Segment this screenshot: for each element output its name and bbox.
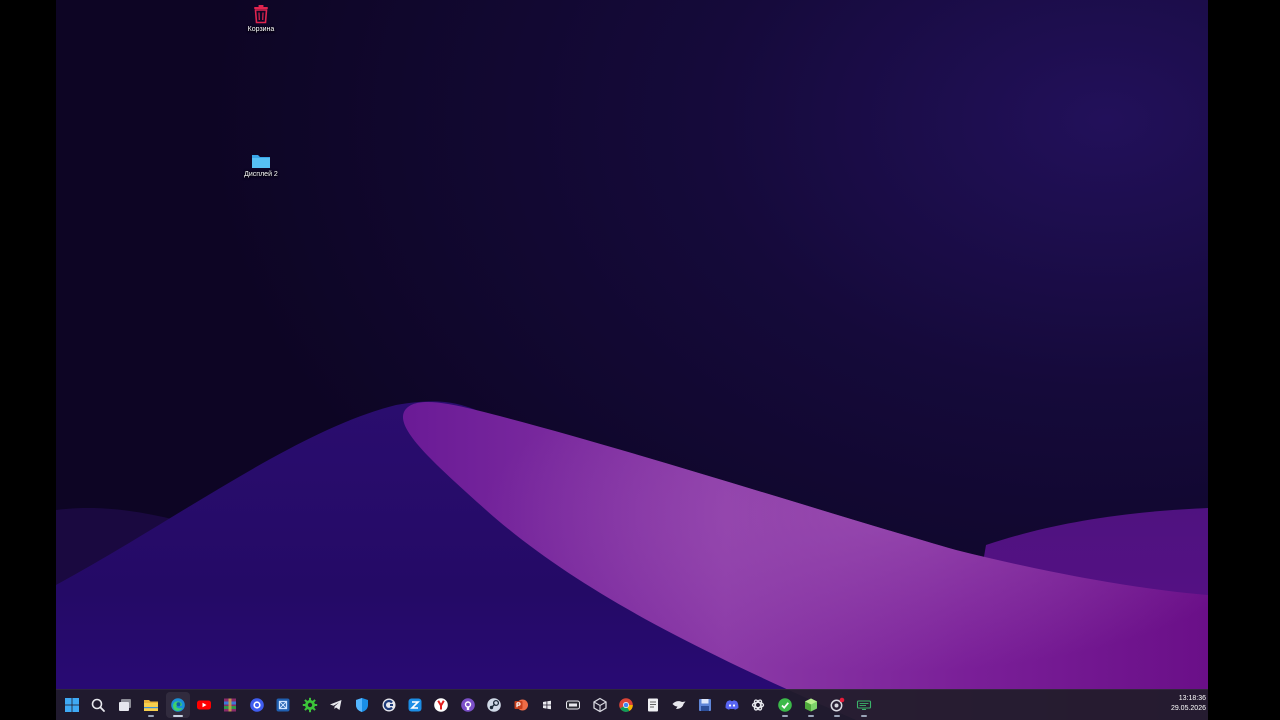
taskbar-pinned-apps [60,692,876,718]
green-app-button[interactable] [773,692,797,718]
running-indicator [148,715,155,717]
cube-icon [593,697,607,713]
green-circle-icon [777,698,792,712]
folder-display-2-label: Дисплей 2 [244,171,278,178]
package-icon [804,698,817,712]
yandex-icon [434,698,449,712]
search-icon [92,698,106,712]
discord-button[interactable] [720,692,744,718]
messenger-button[interactable] [245,692,269,718]
recycle-bin-label: Корзина [247,26,275,33]
start-button[interactable] [60,692,84,718]
desktop: Корзина Дисплей 2 13:18:36 29.05.2026 [56,0,1208,720]
floppy-disk-icon [699,699,712,711]
notepad-button[interactable] [641,692,665,718]
notepad-icon [647,698,658,712]
utility-button[interactable] [403,692,427,718]
chatgpt-button[interactable] [746,692,770,718]
tray-app-button[interactable] [561,692,585,718]
winrar-icon [224,698,237,712]
eagle-app-button[interactable] [667,692,691,718]
folder-icon [252,155,270,168]
small-windows-icon [543,700,552,710]
github-icon [461,698,475,712]
yandex-browser-button[interactable] [429,692,453,718]
ring-with-badge-icon [830,697,845,712]
steam-button[interactable] [482,692,506,718]
running-indicator [807,715,814,717]
rounded-box-icon [566,700,581,710]
wallpaper-dunes [56,401,1208,720]
powerpoint-button[interactable] [509,692,533,718]
ccleaner-icon [382,698,396,712]
shield-icon [356,698,369,712]
clock-date: 29.05.2026 [1170,705,1206,712]
folder-display-2-shortcut[interactable]: Дисплей 2 [226,153,296,178]
powerpoint-icon [514,699,528,711]
tool-button[interactable] [271,692,295,718]
running-indicator [834,715,841,717]
gear-icon [302,697,317,713]
folder-icon [144,700,159,711]
running-indicator [860,715,867,717]
openai-icon [752,699,765,711]
notification-app-button[interactable] [825,692,849,718]
windows-app-button[interactable] [535,692,559,718]
package-app-button[interactable] [799,692,823,718]
ccleaner-button[interactable] [377,692,401,718]
windows-logo-icon [65,698,79,712]
telegram-icon [329,700,342,710]
blue-square-icon [276,698,290,712]
running-indicator [781,715,788,717]
blue-tile-icon [408,698,422,712]
chat-bubble-icon [249,698,264,712]
monitor-app-button[interactable] [852,692,876,718]
file-explorer-button[interactable] [139,692,163,718]
chrome-button[interactable] [614,692,638,718]
edge-button[interactable] [165,692,190,718]
save-app-button[interactable] [693,692,717,718]
github-button[interactable] [456,692,480,718]
clock-time: 13:18:36 [1178,695,1206,702]
recycle-bin-icon [254,5,268,24]
youtube-icon [196,700,211,710]
task-view-button[interactable] [113,692,137,718]
system-clock[interactable]: 13:18:36 29.05.2026 [1171,694,1206,714]
discord-icon [725,700,739,710]
telegram-button[interactable] [324,692,348,718]
steam-icon [487,698,502,712]
chrome-icon [619,698,634,712]
youtube-button[interactable] [192,692,216,718]
taskbar: 13:18:36 29.05.2026 [56,689,1208,720]
search-button[interactable] [86,692,110,718]
edge-icon [170,698,185,712]
defender-button[interactable] [350,692,374,718]
task-view-icon [118,699,131,711]
winrar-button[interactable] [218,692,242,718]
unity-button[interactable] [588,692,612,718]
settings-button[interactable] [298,692,322,718]
recycle-bin-shortcut[interactable]: Корзина [226,4,296,33]
eagle-icon [672,701,686,709]
monitor-icon [856,700,871,710]
running-indicator [172,715,183,717]
